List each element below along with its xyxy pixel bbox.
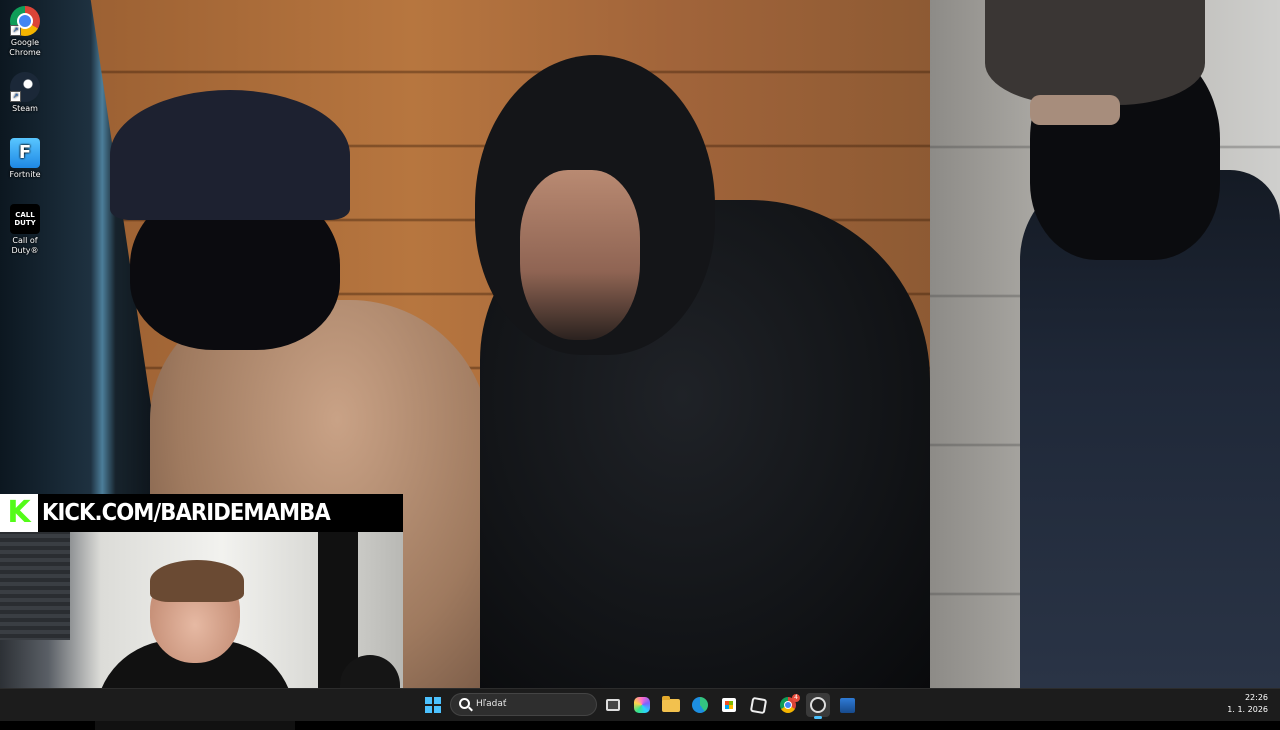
person-center-face	[520, 170, 640, 340]
system-clock[interactable]: 22:26 1. 1. 2026	[1208, 692, 1268, 716]
desktop-icon-label: Call of Duty®	[11, 236, 39, 255]
store-icon	[722, 698, 736, 712]
windows-start-icon	[425, 697, 441, 713]
desktop-icon-label: Fortnite	[9, 170, 41, 179]
person-right-eyes	[1030, 95, 1120, 125]
chrome-taskbar-button[interactable]: 4	[776, 693, 800, 717]
edge-icon	[692, 697, 708, 713]
streamer-hair	[150, 560, 244, 602]
clock-time: 22:26	[1244, 693, 1268, 702]
person-left-cap	[110, 90, 350, 220]
file-explorer-icon	[662, 695, 680, 712]
kick-channel-banner: K KICK.COM/BARIDEMAMBA	[0, 494, 403, 532]
desktop-icon-steam[interactable]: ↗ Steam	[2, 72, 48, 114]
app-taskbar-button[interactable]	[835, 693, 859, 717]
file-explorer-button[interactable]	[659, 693, 683, 717]
steam-icon: ↗	[10, 72, 40, 102]
fortnite-icon: F	[10, 138, 40, 168]
app-icon	[839, 697, 855, 713]
edge-button[interactable]	[688, 693, 712, 717]
desktop-icon-fortnite[interactable]: F Fortnite	[2, 138, 48, 180]
outline-app-button[interactable]	[746, 693, 770, 717]
task-view-icon	[606, 699, 620, 711]
call-of-duty-icon: CALL DUTY	[10, 204, 40, 234]
obs-icon	[810, 697, 826, 713]
desktop-icon-label: Steam	[12, 104, 38, 113]
shortcut-arrow-icon: ↗	[10, 25, 21, 36]
desktop-icon-call-of-duty[interactable]: CALL DUTY Call of Duty®	[2, 204, 48, 256]
notification-badge: 4	[792, 694, 800, 702]
window-blind	[0, 530, 70, 640]
taskbar-search-box[interactable]: Hľadať	[450, 693, 597, 716]
store-button[interactable]	[717, 693, 741, 717]
person-right-cap	[985, 0, 1205, 105]
outline-app-icon	[749, 696, 767, 714]
obs-taskbar-button[interactable]	[806, 693, 830, 719]
kick-channel-url: KICK.COM/BARIDEMAMBA	[42, 500, 331, 526]
search-placeholder: Hľadať	[476, 699, 507, 709]
chrome-icon: ↗	[10, 6, 40, 36]
taskbar: Hľadať 4 22:26 1. 1. 2026	[0, 688, 1280, 721]
clock-date: 1. 1. 2026	[1227, 705, 1268, 714]
copilot-icon	[634, 697, 650, 713]
desktop-icon-label: Google Chrome	[9, 38, 41, 57]
desktop-icon-chrome[interactable]: ↗ Google Chrome	[2, 6, 48, 58]
search-icon	[459, 698, 470, 709]
copilot-button[interactable]	[630, 693, 654, 717]
kick-logo-icon: K	[0, 494, 38, 532]
start-button[interactable]	[421, 693, 445, 717]
shortcut-arrow-icon: ↗	[10, 91, 21, 102]
task-view-button[interactable]	[601, 693, 625, 717]
